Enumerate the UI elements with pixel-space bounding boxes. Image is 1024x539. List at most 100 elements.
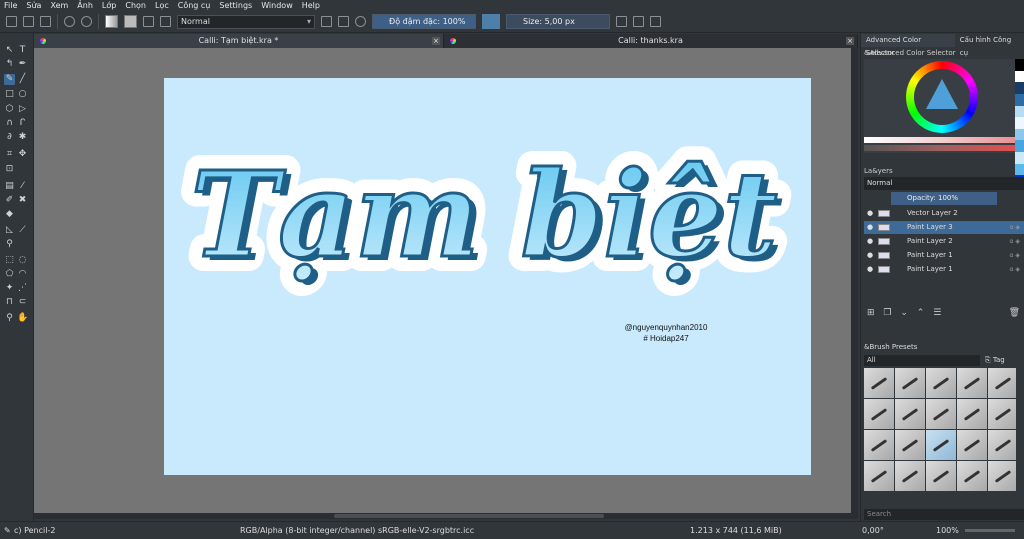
blend-mode-select[interactable]: Normal [177, 14, 315, 29]
scroll-thumb[interactable] [334, 514, 604, 518]
saturation-triangle[interactable] [926, 79, 958, 109]
brush-preset[interactable] [957, 430, 987, 460]
move-down-icon[interactable]: ⌄ [900, 308, 908, 318]
eye-icon[interactable]: ● [867, 265, 875, 273]
gradient-tool-icon[interactable]: ▤ [4, 181, 15, 192]
brush-filter-select[interactable]: All [864, 355, 980, 366]
layer-row[interactable]: ● Vector Layer 2 [864, 207, 1024, 220]
brush-preset[interactable] [957, 368, 987, 398]
delete-layer-icon[interactable]: 🗑 [1009, 308, 1020, 318]
tag-button[interactable]: ⎘ Tag [985, 355, 1023, 366]
layer-row[interactable]: ● Paint Layer 1 α ◈ [864, 263, 1024, 276]
eraser-mode-icon[interactable] [321, 16, 332, 27]
duplicate-layer-icon[interactable]: ❐ [883, 308, 891, 318]
brush-preset[interactable] [957, 399, 987, 429]
undo-icon[interactable] [64, 16, 75, 27]
redo-icon[interactable] [81, 16, 92, 27]
freehand-brush-icon[interactable]: ✎ [4, 74, 15, 85]
layer-row[interactable]: ● Paint Layer 2 α ◈ [864, 235, 1024, 248]
close-icon[interactable]: × [846, 37, 854, 45]
contiguous-select-icon[interactable]: ✦ [4, 283, 15, 294]
edit-brush-icon[interactable] [143, 16, 154, 27]
zoom-slider[interactable] [965, 529, 1015, 532]
brush-preset[interactable] [864, 430, 894, 460]
layer-blend-select[interactable]: Normal [864, 177, 1024, 190]
freehand-path-icon[interactable]: ᒋ [17, 118, 28, 129]
assistant-tool-icon[interactable]: ⟋ [17, 225, 28, 236]
brush-preset[interactable] [895, 368, 925, 398]
eye-icon[interactable]: ● [867, 209, 875, 217]
layer-properties-icon[interactable]: ☰ [933, 308, 941, 318]
freehand-select-icon[interactable]: ◠ [17, 269, 28, 280]
ellipse-select-icon[interactable]: ◌ [17, 255, 28, 266]
dynamic-brush-icon[interactable]: ∂ [4, 132, 15, 143]
ellipse-tool-icon[interactable]: ○ [17, 89, 28, 100]
polyline-tool-icon[interactable]: ▷ [17, 104, 28, 115]
canvas-viewport[interactable]: Tạm biệt Tạm biệt Tạm biệt @nguyenquynha… [34, 48, 858, 513]
rect-select-icon[interactable]: ⬚ [4, 255, 15, 266]
smart-patch-icon[interactable]: ✖ [17, 195, 28, 206]
layer-row[interactable]: ● Paint Layer 1 α ◈ [864, 249, 1024, 262]
brush-size-slider[interactable]: Size: 5,00 px [506, 14, 610, 29]
zoom-tool-icon[interactable]: ⚲ [4, 313, 15, 324]
menu-view[interactable]: Xem [50, 1, 68, 10]
horizontal-scrollbar[interactable] [34, 513, 858, 519]
tab-tool-options[interactable]: Cấu hình Công cụ [955, 34, 1024, 57]
foreground-color-chip[interactable] [482, 14, 500, 29]
color-history-bar[interactable] [864, 137, 1016, 143]
layer-row-selected[interactable]: ● Paint Layer 3 α ◈ [864, 221, 1024, 234]
layer-flags-icon[interactable]: α ◈ [1010, 249, 1020, 262]
edit-shapes-icon[interactable]: ↰ [4, 59, 15, 70]
rotation-label[interactable]: 0,00° [862, 522, 884, 539]
eye-icon[interactable]: ● [867, 251, 875, 259]
layer-flags-icon[interactable]: α ◈ [1010, 221, 1020, 234]
brush-preset[interactable] [895, 430, 925, 460]
artboard[interactable]: Tạm biệt Tạm biệt Tạm biệt @nguyenquynha… [164, 78, 811, 475]
brush-preset[interactable] [988, 399, 1016, 429]
mirror-vertical-icon[interactable] [633, 16, 644, 27]
transform-tool-icon[interactable]: ⊡ [4, 164, 15, 175]
menu-edit[interactable]: Sửa [26, 1, 41, 10]
select-shapes-icon[interactable]: ↖ [4, 45, 15, 56]
move-tool-icon[interactable]: ✥ [17, 149, 28, 160]
color-shade-bar[interactable] [864, 145, 1016, 151]
tab-tam-biet[interactable]: Calli: Tạm biệt.kra * × [34, 34, 444, 48]
add-layer-icon[interactable]: ⊞ [867, 308, 875, 318]
colorize-mask-icon[interactable]: ✐ [4, 195, 15, 206]
opacity-slider[interactable]: Độ đậm đặc: 100% [372, 14, 476, 29]
reload-preset-icon[interactable] [355, 16, 366, 27]
zoom-label[interactable]: 100% [936, 522, 959, 539]
polygon-tool-icon[interactable]: ⬡ [4, 104, 15, 115]
bezier-select-icon[interactable]: ⊓ [4, 297, 15, 308]
close-icon[interactable]: × [432, 37, 440, 45]
layer-flags-icon[interactable]: α ◈ [1010, 235, 1020, 248]
brush-preset[interactable] [926, 461, 956, 491]
eye-icon[interactable]: ● [867, 223, 875, 231]
mirror-horizontal-icon[interactable] [616, 16, 627, 27]
layer-flags-icon[interactable]: α ◈ [1010, 263, 1020, 276]
rectangle-tool-icon[interactable]: □ [4, 89, 15, 100]
text-tool-icon[interactable]: T [17, 45, 28, 56]
bezier-tool-icon[interactable]: ∩ [4, 118, 15, 129]
eye-icon[interactable]: ● [867, 237, 875, 245]
advanced-color-selector[interactable] [864, 59, 1016, 153]
brush-preset[interactable] [926, 399, 956, 429]
brush-preset[interactable] [864, 399, 894, 429]
calligraphy-icon[interactable]: ✒ [17, 59, 28, 70]
multibrush-icon[interactable]: ✱ [17, 132, 28, 143]
magnetic-select-icon[interactable]: ⊂ [17, 297, 28, 308]
tab-thanks[interactable]: Calli: thanks.kra × [444, 34, 858, 48]
brush-search-input[interactable]: Search [864, 509, 1024, 520]
menu-tools[interactable]: Công cụ [178, 1, 211, 10]
pattern-swatch[interactable] [124, 15, 137, 28]
menu-help[interactable]: Help [302, 1, 320, 10]
color-picker-icon[interactable]: ⁄ [17, 181, 28, 192]
menu-file[interactable]: File [4, 1, 17, 10]
menu-image[interactable]: Ảnh [77, 1, 93, 10]
brush-preset[interactable] [926, 368, 956, 398]
color-swatch-column[interactable] [1015, 59, 1024, 188]
new-document-icon[interactable] [6, 16, 17, 27]
wrap-around-icon[interactable] [650, 16, 661, 27]
move-up-icon[interactable]: ⌃ [917, 308, 925, 318]
brush-preset[interactable] [988, 461, 1016, 491]
